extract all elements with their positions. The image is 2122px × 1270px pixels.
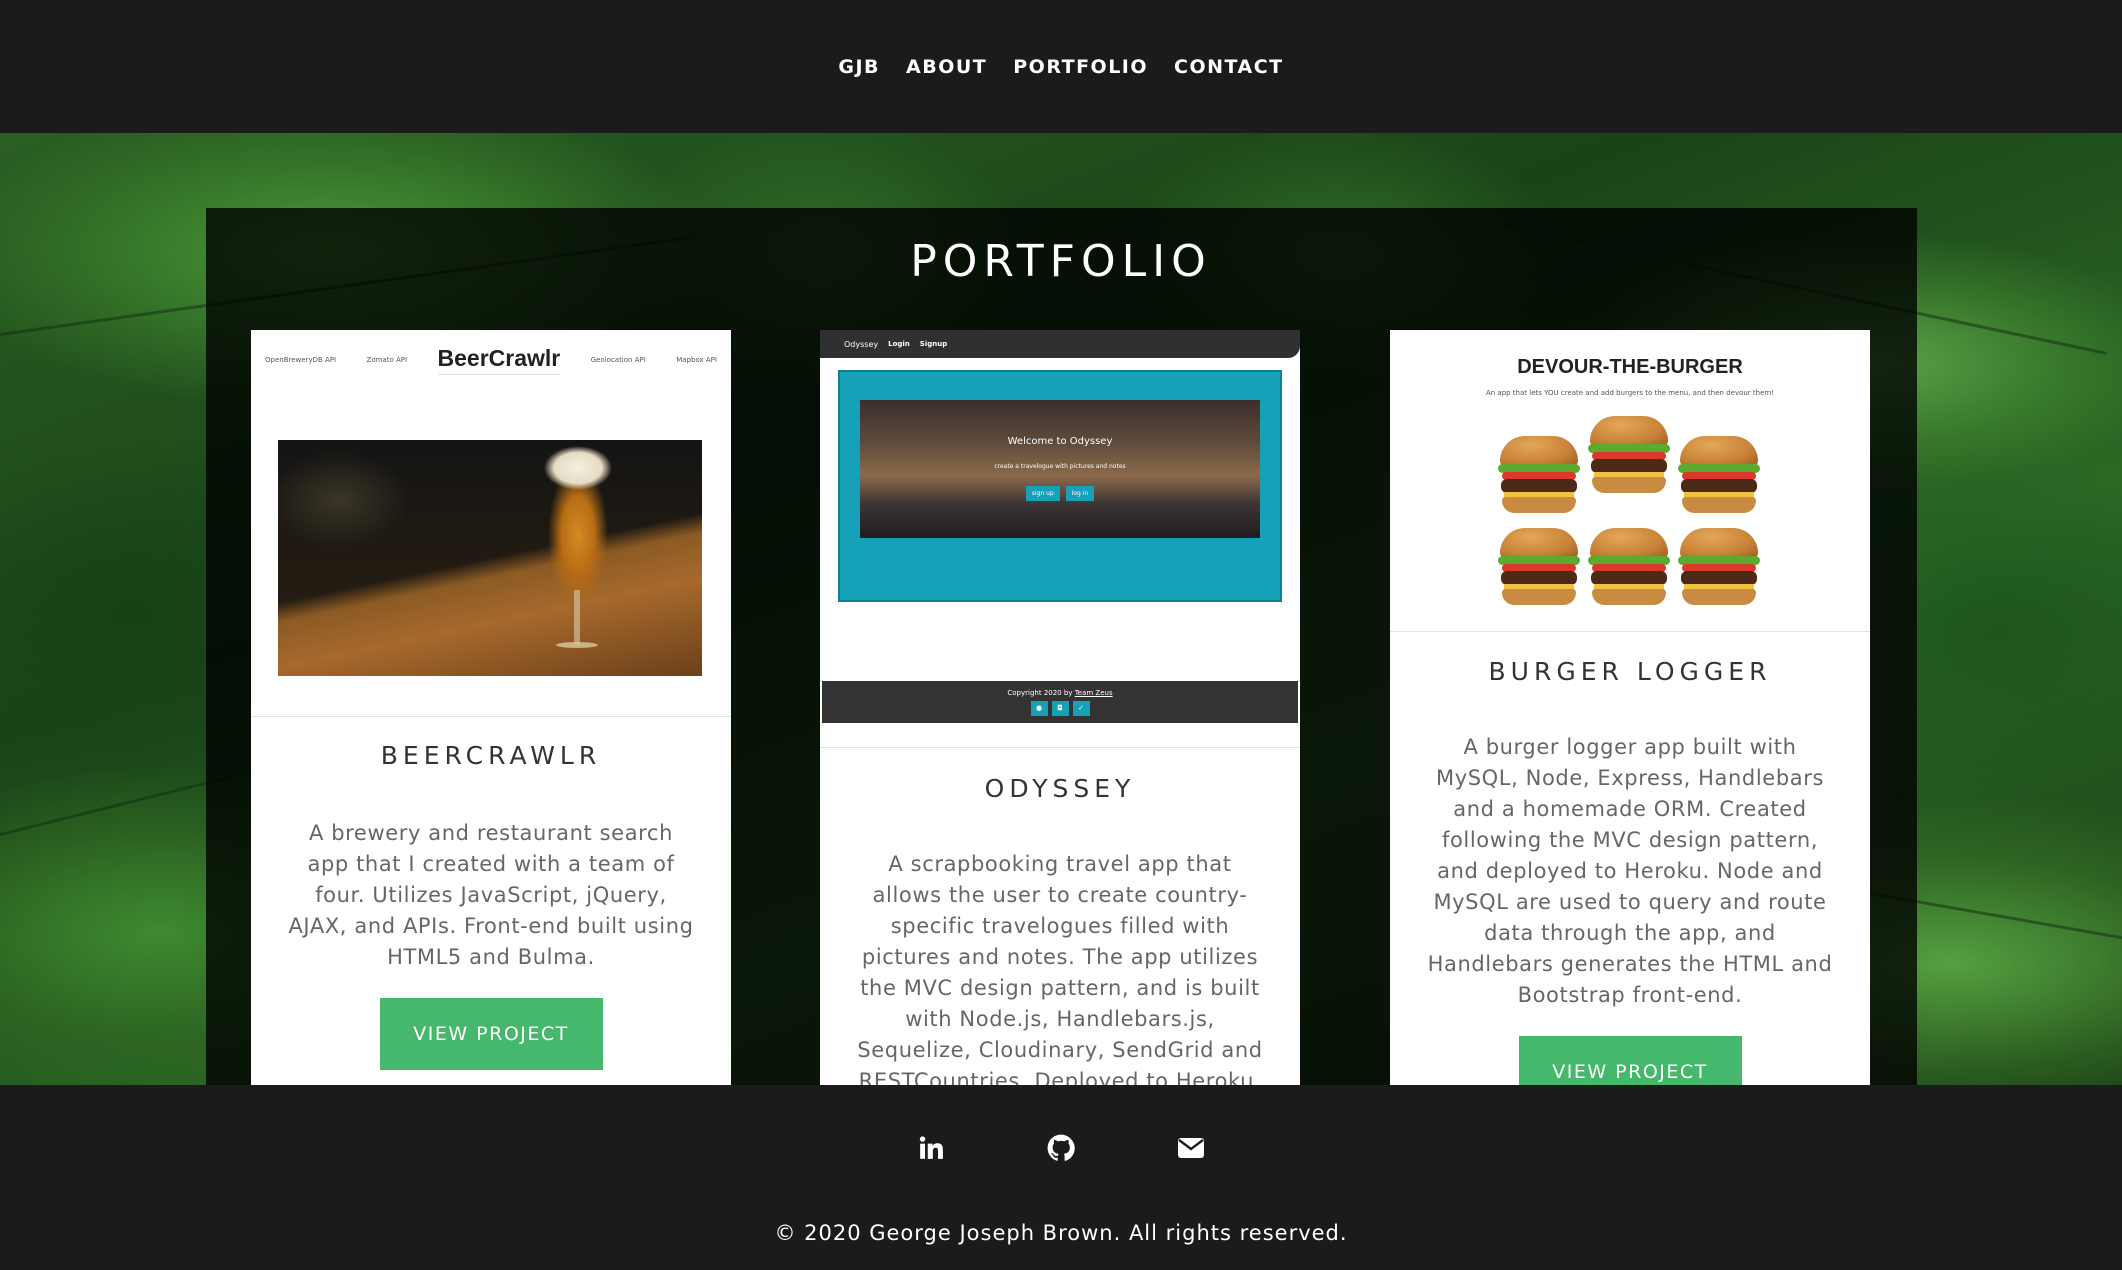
screenshot-tagline: create a travelogue with pictures and no…: [994, 463, 1126, 470]
project-screenshot: Odyssey Login Signup Welcome to Odyssey …: [820, 330, 1300, 748]
screenshot-button: log in: [1065, 486, 1095, 501]
twitter-icon: ✓: [1072, 701, 1090, 716]
project-description: A brewery and restaurant search app that…: [288, 821, 694, 969]
screenshot-nav: Odyssey Login Signup: [820, 330, 1300, 358]
screenshot-brand: Odyssey: [844, 339, 879, 349]
screenshot-footer: Copyright 2020 by Team Zeus ● ◘ ✓: [822, 681, 1298, 723]
screenshot-social-icons: ● ◘ ✓: [822, 701, 1298, 716]
linkedin-icon[interactable]: [916, 1133, 946, 1163]
project-screenshot: OpenBreweryDB API Zomato API BeerCrawlr …: [251, 330, 731, 717]
github-icon: ●: [1030, 701, 1048, 716]
project-title: BURGER LOGGER: [1488, 657, 1772, 686]
screenshot-subtitle: An app that lets YOU create and add burg…: [1485, 389, 1775, 397]
nav-link-gjb[interactable]: GJB: [838, 56, 880, 78]
portfolio-title: PORTFOLIO: [910, 236, 1212, 287]
view-project-button[interactable]: VIEW PROJECT: [379, 998, 603, 1070]
project-screenshot: DEVOUR-THE-BURGER An app that lets YOU c…: [1390, 330, 1870, 632]
nav-link-about[interactable]: ABOUT: [906, 56, 987, 78]
project-card-burger-logger: DEVOUR-THE-BURGER An app that lets YOU c…: [1390, 330, 1870, 1085]
github-icon[interactable]: [1046, 1133, 1076, 1163]
screenshot-nav: OpenBreweryDB API Zomato API BeerCrawlr …: [251, 330, 731, 390]
envelope-icon[interactable]: [1176, 1133, 1206, 1163]
social-links: [0, 1133, 2122, 1163]
glass-stem: [574, 590, 580, 645]
screenshot-nav-item: OpenBreweryDB API: [265, 356, 337, 364]
beer-glass-photo: [278, 440, 702, 676]
screenshot-nav-item: Login: [888, 340, 910, 348]
burger-image: [1588, 416, 1670, 498]
project-description: A scrapbooking travel app that allows th…: [857, 852, 1263, 1085]
burger-image: [1498, 528, 1580, 610]
glass-base: [556, 642, 598, 648]
screenshot-hero-image: Welcome to Odyssey create a travelogue w…: [860, 400, 1260, 538]
screenshot-buttons: sign up log in: [860, 486, 1260, 501]
burger-image: [1678, 436, 1760, 518]
screenshot-title: DEVOUR-THE-BURGER: [1517, 356, 1743, 378]
project-description: A burger logger app built with MySQL, No…: [1427, 735, 1833, 1007]
screenshot-button: sign up: [1025, 486, 1060, 501]
copyright-text: © 2020 George Joseph Brown. All rights r…: [774, 1221, 1348, 1245]
screenshot-copyright-link: Team Zeus: [1074, 689, 1113, 697]
project-title: BEERCRAWLR: [380, 741, 602, 770]
site-footer: © 2020 George Joseph Brown. All rights r…: [0, 1085, 2122, 1270]
screenshot-nav-item: Zomato API: [366, 356, 408, 364]
screenshot-brand: BeerCrawlr: [437, 345, 561, 375]
burger-image: [1678, 528, 1760, 610]
screenshot-welcome: Welcome to Odyssey: [1007, 436, 1113, 447]
screenshot-copyright-text: Copyright 2020 by: [1007, 689, 1073, 697]
project-card-odyssey: Odyssey Login Signup Welcome to Odyssey …: [820, 330, 1300, 1085]
instagram-icon: ◘: [1051, 701, 1069, 716]
burger-image: [1588, 528, 1670, 610]
screenshot-copyright: Copyright 2020 by Team Zeus: [822, 681, 1298, 697]
nav-link-contact[interactable]: CONTACT: [1174, 56, 1284, 78]
project-title: ODYSSEY: [984, 774, 1136, 803]
top-nav: GJB ABOUT PORTFOLIO CONTACT: [0, 0, 2122, 133]
nav-link-portfolio[interactable]: PORTFOLIO: [1013, 56, 1148, 78]
view-project-button[interactable]: VIEW PROJECT: [1518, 1036, 1742, 1085]
screenshot-nav-item: Geolocation API: [590, 356, 646, 364]
screenshot-nav-item: Signup: [919, 340, 948, 348]
screenshot-nav-item: Mapbox API: [676, 356, 717, 364]
project-card-beercrawlr: OpenBreweryDB API Zomato API BeerCrawlr …: [251, 330, 731, 1085]
burger-image: [1498, 436, 1580, 518]
